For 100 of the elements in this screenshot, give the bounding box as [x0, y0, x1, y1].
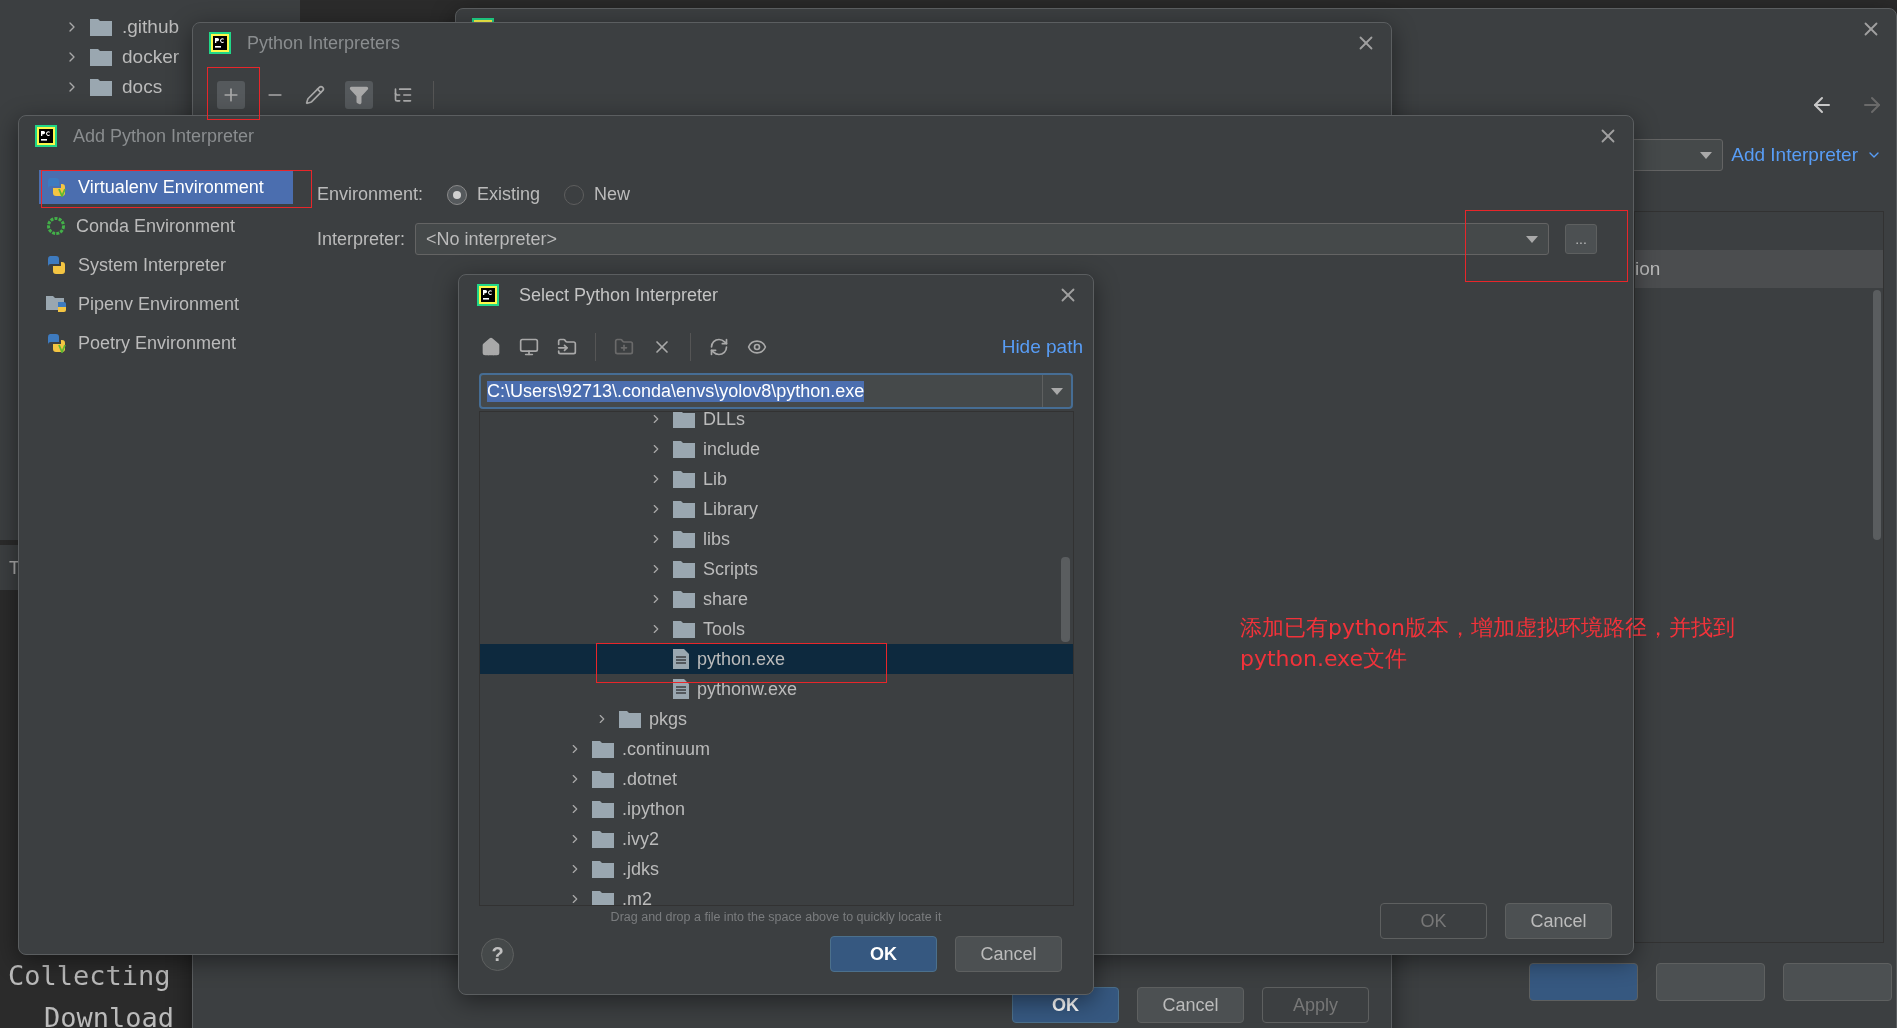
hint-text: Drag and drop a file into the space above to quickly locate it: [610, 910, 942, 924]
ok-button[interactable]: OK: [830, 936, 937, 972]
folder-icon: [673, 500, 695, 518]
environment-type-item[interactable]: Virtualenv Environment: [39, 170, 293, 204]
app-logo-icon: [35, 125, 57, 147]
folder-icon: [673, 470, 695, 488]
tree-row[interactable]: libs: [480, 524, 1073, 554]
tree-label: .ivy2: [622, 828, 659, 850]
tree-label: python.exe: [697, 648, 786, 670]
dialog-button[interactable]: Cancel: [1137, 987, 1244, 1023]
field-label: Interpreter:: [317, 228, 406, 250]
tool-tab[interactable]: T: [9, 557, 20, 578]
dropdown-arrow-icon: [1526, 235, 1538, 243]
dialog-button[interactable]: Cancel: [1505, 903, 1612, 939]
home-icon[interactable]: [481, 337, 501, 357]
dropdown-arrow-icon: [1700, 151, 1713, 159]
window-title: Python Interpreters: [247, 32, 402, 54]
folder-icon: [673, 620, 695, 638]
project-tree-item[interactable]: docs: [122, 76, 163, 98]
eye-icon[interactable]: [747, 337, 767, 357]
environment-type-item[interactable]: System Interpreter: [39, 248, 293, 282]
terminal-line: Download: [43, 1001, 175, 1028]
folder-icon: [673, 412, 695, 428]
tree-row[interactable]: .continuum: [480, 734, 1073, 764]
tree-row[interactable]: Library: [480, 494, 1073, 524]
hide-path-link[interactable]: Hide path: [1001, 336, 1083, 358]
tree-row[interactable]: pythonw.exe: [480, 674, 1073, 704]
tree-row[interactable]: .jdks: [480, 854, 1073, 884]
tree-row[interactable]: Scripts: [480, 554, 1073, 584]
tree-row[interactable]: pkgs: [480, 704, 1073, 734]
filter-icon[interactable]: [345, 81, 373, 109]
annotation-text: 添加已有python版本，增加虚拟环境路径，并找到: [1240, 614, 1735, 642]
environment-type-item[interactable]: Conda Environment: [39, 209, 293, 243]
folder-python-icon: [46, 294, 68, 314]
folder-icon[interactable]: [557, 337, 577, 357]
folder-icon: [90, 18, 112, 36]
folder-icon: [673, 560, 695, 578]
folder-icon: [673, 590, 695, 608]
field-label: Environment:: [317, 184, 424, 205]
folder-icon: [592, 800, 614, 818]
dialog-button[interactable]: Cancel: [955, 936, 1062, 972]
annotation-text: python.exe文件: [1240, 645, 1408, 673]
python-v-icon: [46, 177, 68, 197]
app-logo-icon: [477, 284, 499, 306]
tree-row[interactable]: python.exe: [480, 644, 1073, 674]
tree-row[interactable]: Tools: [480, 614, 1073, 644]
path-field[interactable]: C:\Users\92713\.conda\envs\yolov8\python.exe: [479, 373, 1073, 409]
radio-button[interactable]: [564, 184, 585, 205]
dialog-title: Select Python Interpreter: [519, 284, 720, 306]
terminal-line: Collecting: [8, 959, 171, 993]
project-tree-item[interactable]: docker: [122, 46, 180, 68]
radio-button[interactable]: [447, 184, 468, 205]
tree-row[interactable]: share: [480, 584, 1073, 614]
folder-icon: [592, 740, 614, 758]
folder-icon: [592, 830, 614, 848]
folder-icon: [592, 770, 614, 788]
tree-label: pythonw.exe: [697, 678, 798, 700]
add-icon[interactable]: [217, 81, 245, 109]
interpreter-combo[interactable]: <No interpreter>: [415, 223, 1549, 255]
refresh-icon[interactable]: [709, 337, 729, 357]
tree-label: .continuum: [622, 738, 711, 760]
project-tree-item[interactable]: .github: [122, 16, 180, 38]
folder-icon: [90, 48, 112, 66]
file-icon: [673, 679, 689, 699]
monitor-icon[interactable]: [519, 337, 539, 357]
dropdown-arrow-icon: [1051, 387, 1063, 395]
tree-label: .dotnet: [622, 768, 678, 790]
browse-button[interactable]: ...: [1565, 224, 1597, 254]
radio-label[interactable]: Existing: [477, 184, 541, 205]
help-button[interactable]: ?: [481, 937, 514, 971]
tree-label: include: [703, 438, 761, 460]
file-icon: [673, 649, 689, 669]
ring-icon: [46, 216, 66, 236]
tree-row[interactable]: .dotnet: [480, 764, 1073, 794]
radio-label[interactable]: New: [594, 184, 631, 205]
tree-view-icon[interactable]: [393, 85, 413, 105]
tree-row[interactable]: .m2: [480, 884, 1073, 905]
app-logo-icon: [209, 32, 231, 54]
pencil-icon[interactable]: [305, 85, 325, 105]
dialog-title: Add Python Interpreter: [73, 125, 256, 147]
tree-label: .jdks: [622, 858, 659, 880]
tree-label: Lib: [703, 468, 728, 490]
tree-row[interactable]: include: [480, 434, 1073, 464]
tree-label: .m2: [622, 888, 652, 905]
tree-row[interactable]: .ipython: [480, 794, 1073, 824]
scrollbar[interactable]: [1873, 290, 1881, 540]
tree-row[interactable]: DLLs: [480, 412, 1073, 434]
scrollbar[interactable]: [1061, 557, 1070, 642]
tree-row[interactable]: Lib: [480, 464, 1073, 494]
tree-label: Scripts: [703, 558, 758, 580]
environment-type-item[interactable]: Pipenv Environment: [39, 287, 293, 321]
folder-icon: [592, 860, 614, 878]
tree-row[interactable]: .ivy2: [480, 824, 1073, 854]
add-interpreter-link[interactable]: Add Interpreter: [1731, 144, 1858, 166]
tree-label: DLLs: [703, 412, 746, 430]
environment-type-item[interactable]: Poetry Environment: [39, 326, 293, 360]
tree-label: libs: [703, 528, 730, 550]
tree-label: Library: [703, 498, 759, 520]
tree-label: Tools: [703, 618, 746, 640]
tree-label: pkgs: [649, 708, 688, 730]
